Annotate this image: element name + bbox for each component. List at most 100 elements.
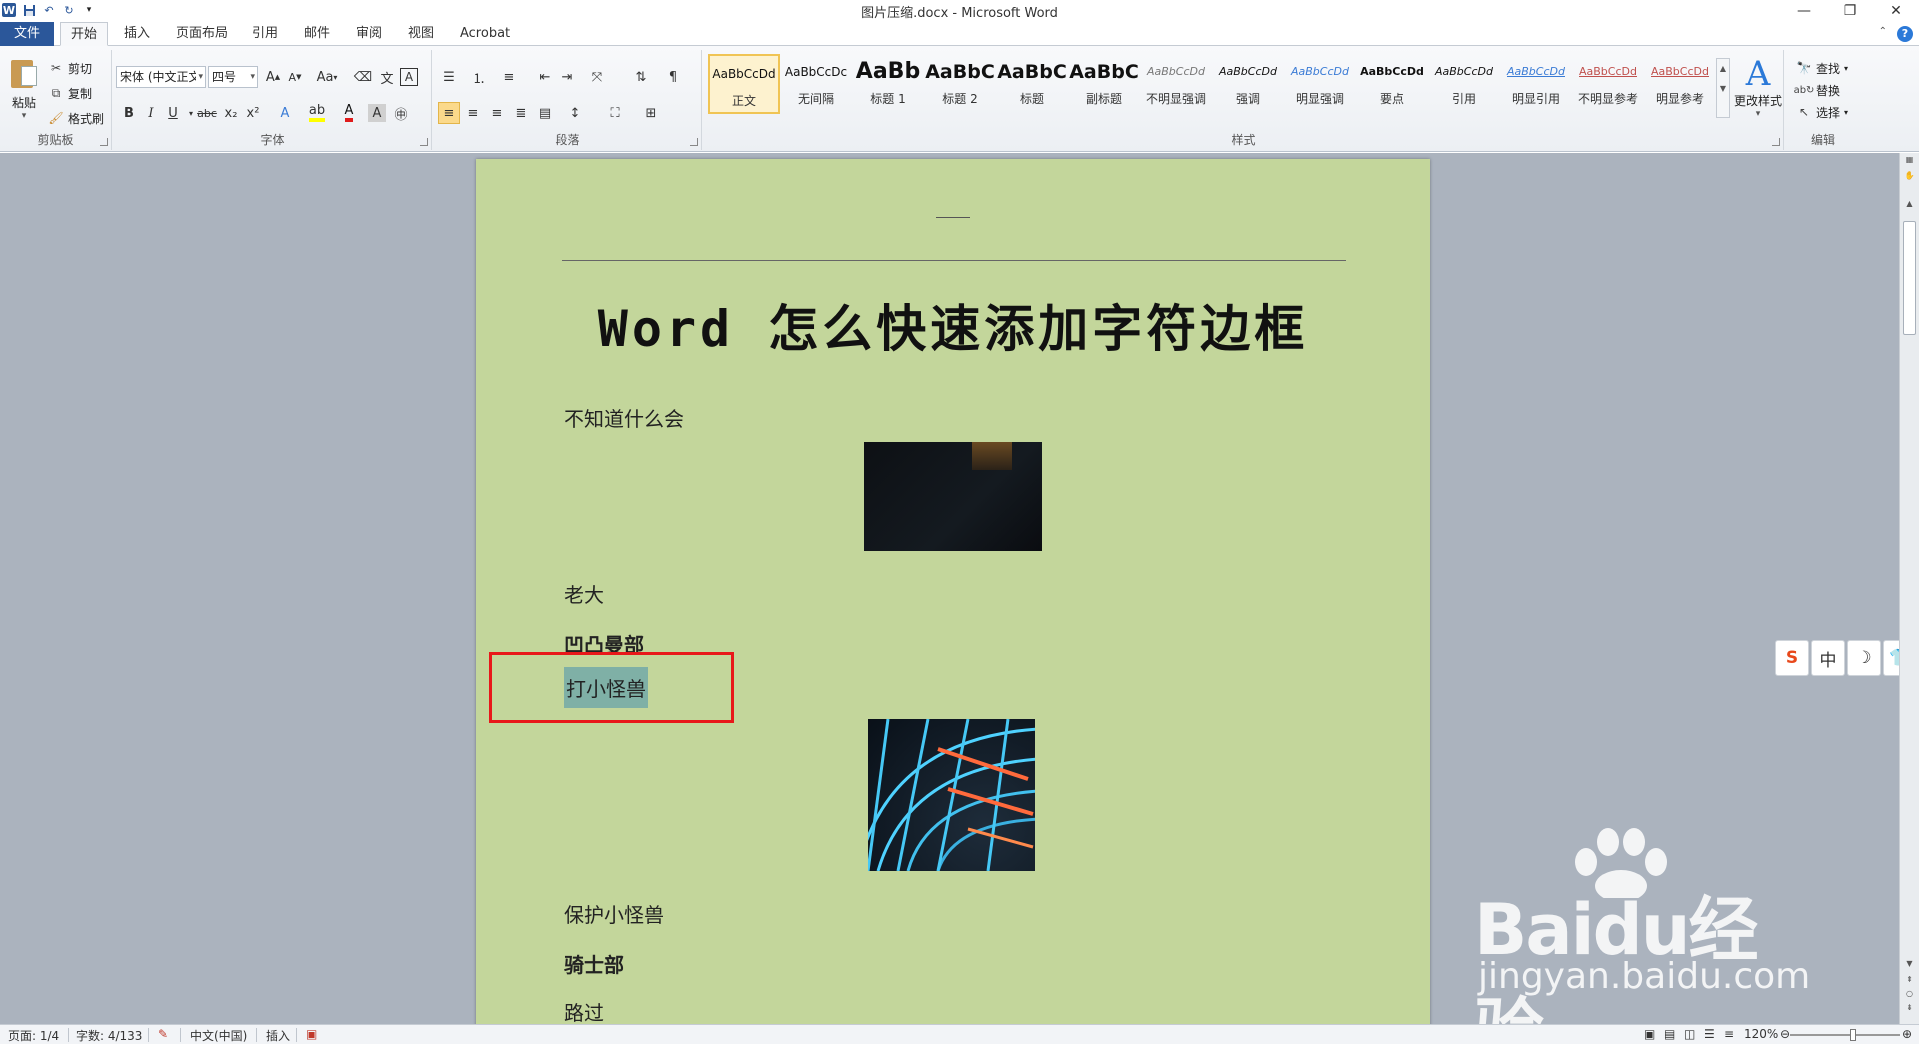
grow-font-icon[interactable]: A ▲ (262, 66, 284, 88)
proofing-icon[interactable]: ✎ (158, 1027, 168, 1041)
distributed-icon[interactable]: ▤ (534, 102, 556, 124)
phonetic-guide-icon[interactable]: 文 (376, 66, 398, 88)
clear-formatting-icon[interactable]: ⌫ (352, 66, 374, 88)
find-button[interactable]: 🔭 查找 ▾ (1796, 58, 1849, 78)
scroll-thumb[interactable] (1903, 221, 1916, 335)
zoom-slider-thumb[interactable] (1850, 1029, 1856, 1041)
style-item-0[interactable]: AaBbCcDd 正文 (708, 54, 780, 114)
next-page-icon[interactable]: ⇟ (1900, 1003, 1919, 1017)
superscript-icon[interactable]: x² (242, 102, 264, 124)
zoom-in-icon[interactable]: ⊕ (1902, 1027, 1912, 1041)
clipboard-launcher-icon[interactable] (100, 138, 108, 146)
browse-object-icon[interactable]: ○ (1900, 989, 1919, 1003)
justify-icon[interactable]: ≣ (510, 102, 532, 124)
change-case-button[interactable]: Aa ▾ (312, 66, 342, 88)
minimize-icon[interactable]: — (1781, 0, 1827, 22)
font-name-select[interactable]: 宋体 (中文正文) ▾ (116, 66, 206, 88)
skin-icon[interactable]: 👕 (1883, 640, 1899, 676)
styles-gallery-scroll[interactable]: ▲ ▼ (1716, 58, 1730, 118)
enclose-characters-icon[interactable]: ㊥ (390, 102, 412, 124)
ruler-toggle-icon[interactable]: ▦ (1900, 155, 1919, 169)
shading-icon[interactable]: ⛶ (604, 102, 626, 124)
full-screen-view-icon[interactable]: ▤ (1664, 1027, 1675, 1041)
hand-icon[interactable]: ✋ (1900, 171, 1919, 185)
ime-mode-button[interactable]: 中 (1811, 640, 1845, 676)
styles-launcher-icon[interactable] (1772, 138, 1780, 146)
page-count[interactable]: 页面: 1/4 (8, 1027, 59, 1044)
multilevel-list-icon[interactable]: ≡ (498, 66, 520, 88)
document-area[interactable]: Word 怎么快速添加字符边框 不知道什么会 老大 凹凸曼部 打小怪兽 保护小怪… (0, 153, 1899, 1024)
style-item-9[interactable]: AaBbCcDd 要点 (1356, 54, 1428, 114)
close-icon[interactable]: ✕ (1873, 0, 1919, 22)
style-item-13[interactable]: AaBbCcDd 明显参考 (1644, 54, 1716, 114)
document-page[interactable]: Word 怎么快速添加字符边框 不知道什么会 老大 凹凸曼部 打小怪兽 保护小怪… (476, 159, 1430, 1024)
paste-button[interactable]: 粘贴 ▾ (6, 54, 42, 126)
shrink-font-icon[interactable]: A ▼ (284, 66, 306, 88)
tab-insert[interactable]: 插入 (114, 22, 160, 46)
asian-layout-icon[interactable]: ⤧ (586, 66, 608, 88)
tab-mailings[interactable]: 邮件 (294, 22, 340, 46)
vertical-scrollbar[interactable]: ▦ ✋ ▲ ▼ ⇞ ○ ⇟ (1899, 153, 1919, 1024)
print-layout-view-icon[interactable]: ▣ (1644, 1027, 1655, 1041)
previous-page-icon[interactable]: ⇞ (1900, 975, 1919, 989)
tab-view[interactable]: 视图 (398, 22, 444, 46)
font-color-icon[interactable]: A (338, 102, 360, 124)
web-layout-view-icon[interactable]: ◫ (1684, 1027, 1695, 1041)
character-border-icon[interactable]: A (400, 68, 418, 86)
style-item-7[interactable]: AaBbCcDd 强调 (1212, 54, 1284, 114)
cut-button[interactable]: ✂ 剪切 (48, 58, 92, 78)
minimize-ribbon-icon[interactable]: ⌃ (1879, 26, 1887, 42)
italic-icon[interactable]: I (140, 102, 162, 124)
help-icon[interactable]: ? (1897, 26, 1913, 42)
style-item-10[interactable]: AaBbCcDd 引用 (1428, 54, 1500, 114)
paragraph-6[interactable]: 骑士部 (564, 949, 624, 978)
decrease-indent-icon[interactable]: ⇤ (534, 66, 556, 88)
style-item-1[interactable]: AaBbCcDc 无间隔 (780, 54, 852, 114)
borders-icon[interactable]: ⊞ (640, 102, 662, 124)
paragraph-launcher-icon[interactable] (690, 138, 698, 146)
style-item-12[interactable]: AaBbCcDd 不明显参考 (1572, 54, 1644, 114)
document-image-tunnel[interactable] (868, 719, 1035, 871)
change-styles-button[interactable]: A 更改样式 ▾ (1734, 56, 1782, 119)
moon-icon[interactable]: ☽ (1847, 640, 1881, 676)
scroll-up-icon[interactable]: ▲ (1900, 199, 1919, 213)
align-center-icon[interactable]: ≡ (462, 102, 484, 124)
zoom-slider[interactable] (1790, 1034, 1900, 1036)
align-left-icon[interactable]: ≡ (438, 102, 460, 124)
language-indicator[interactable]: 中文(中国) (190, 1027, 247, 1044)
tab-page-layout[interactable]: 页面布局 (166, 22, 238, 46)
scroll-down-icon[interactable]: ▼ (1900, 959, 1919, 973)
format-painter-button[interactable]: 🖌 格式刷 (48, 108, 104, 128)
insert-mode-indicator[interactable]: 插入 (266, 1027, 290, 1044)
text-effects-icon[interactable]: A (274, 102, 296, 124)
document-image-dark[interactable] (864, 442, 1042, 551)
line-spacing-icon[interactable]: ↕ (564, 102, 586, 124)
bold-icon[interactable]: B (118, 102, 140, 124)
tab-acrobat[interactable]: Acrobat (450, 22, 520, 46)
draft-view-icon[interactable]: ≡ (1724, 1027, 1734, 1041)
replace-button[interactable]: ab↻ 替换 (1794, 80, 1840, 100)
highlight-color-icon[interactable]: ab (306, 102, 328, 124)
character-shading-icon[interactable]: A (368, 104, 386, 122)
tab-home[interactable]: 开始 (60, 22, 109, 46)
select-button[interactable]: ↖ 选择 ▾ (1796, 102, 1848, 122)
font-launcher-icon[interactable] (420, 138, 428, 146)
strikethrough-icon[interactable]: abc (196, 102, 218, 124)
sort-icon[interactable]: ⇅ (630, 66, 652, 88)
font-size-select[interactable]: 四号 ▾ (208, 66, 258, 88)
paragraph-1[interactable]: 不知道什么会 (564, 403, 684, 432)
paragraph-7[interactable]: 路过 (564, 997, 604, 1024)
style-item-4[interactable]: AaBbC 标题 (996, 54, 1068, 114)
tab-references[interactable]: 引用 (242, 22, 288, 46)
style-item-6[interactable]: AaBbCcDd 不明显强调 (1140, 54, 1212, 114)
bullets-icon[interactable]: ☰ (438, 66, 460, 88)
tab-review[interactable]: 审阅 (346, 22, 392, 46)
increase-indent-icon[interactable]: ⇥ (556, 66, 578, 88)
subscript-icon[interactable]: x₂ (220, 102, 242, 124)
tab-file[interactable]: 文件 (0, 22, 54, 46)
style-item-11[interactable]: AaBbCcDd 明显引用 (1500, 54, 1572, 114)
align-right-icon[interactable]: ≡ (486, 102, 508, 124)
outline-view-icon[interactable]: ☰ (1704, 1027, 1715, 1041)
numbering-icon[interactable]: ⒈ (468, 66, 490, 88)
paragraph-2[interactable]: 老大 (564, 579, 604, 608)
